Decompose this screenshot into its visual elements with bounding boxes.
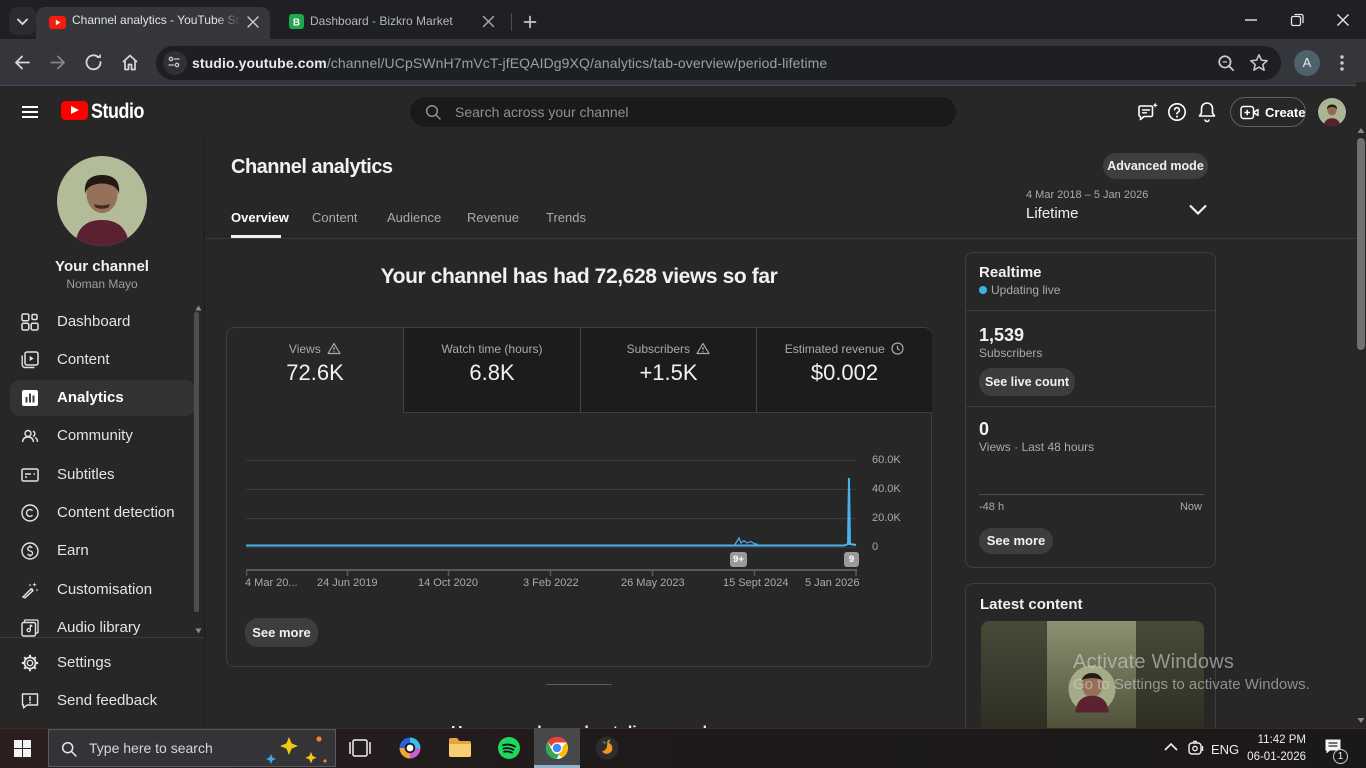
svg-text:B: B: [293, 18, 300, 29]
